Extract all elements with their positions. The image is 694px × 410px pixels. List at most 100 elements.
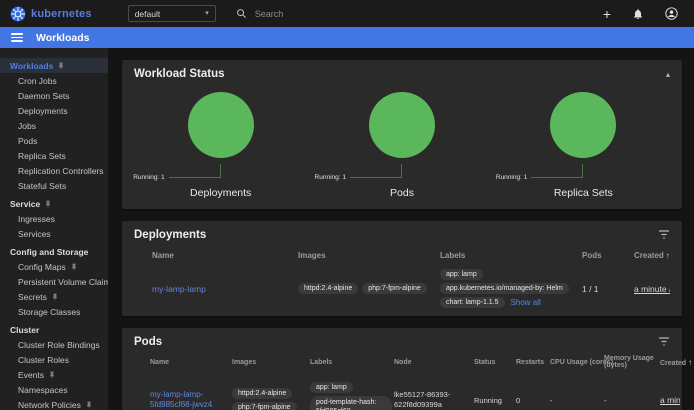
graph-connector-line	[531, 164, 583, 178]
running-count-label: Running: 1	[133, 174, 164, 181]
pod-status: Running	[474, 396, 516, 405]
main-content: Workload Status ▴ Running: 1 Deployments	[108, 48, 694, 410]
brand-name: kubernetes	[31, 8, 92, 20]
bell-icon	[632, 8, 644, 20]
sidebar-item-jobs[interactable]: Jobs	[0, 118, 108, 133]
user-account-button[interactable]	[665, 7, 678, 20]
pods-graph: Running: 1 Pods	[311, 86, 492, 199]
collapse-card-icon[interactable]: ▴	[666, 70, 670, 79]
sidebar-item-namespaces[interactable]: Namespaces	[0, 382, 108, 397]
deployment-images: httpd:2.4-alpine php:7-fpm-alpine	[298, 283, 440, 294]
pod-images: httpd:2.4-alpine php:7-fpm-alpine	[232, 388, 310, 410]
namespace-selector[interactable]: default ▾	[128, 5, 216, 22]
column-header-labels[interactable]: Labels	[310, 359, 394, 366]
pods-donut-chart[interactable]	[369, 92, 435, 158]
pod-cpu-usage: -	[550, 396, 604, 405]
sidebar-item-cluster-role-bindings[interactable]: Cluster Role Bindings	[0, 337, 108, 352]
column-header-cpu-usage[interactable]: CPU Usage (cores)	[550, 359, 604, 366]
sidebar-item-stateful-sets[interactable]: Stateful Sets	[0, 178, 108, 193]
column-header-memory-usage[interactable]: Memory Usage (bytes)	[604, 355, 660, 369]
sidebar-item-daemon-sets[interactable]: Daemon Sets	[0, 88, 108, 103]
kubernetes-logo[interactable]: kubernetes	[10, 6, 92, 22]
sidebar-item-workloads[interactable]: Workloads	[0, 58, 108, 73]
pin-icon[interactable]	[48, 371, 56, 379]
pod-labels: app: lamp pod-template-hash: 5fd985cf68	[310, 382, 394, 410]
workload-status-title: Workload Status	[134, 68, 225, 80]
show-all-labels-link[interactable]: Show all	[511, 298, 541, 307]
running-count-label: Running: 1	[315, 174, 346, 181]
chevron-down-icon: ▾	[205, 10, 209, 17]
filter-icon[interactable]	[658, 337, 670, 347]
replica-sets-donut-chart[interactable]	[550, 92, 616, 158]
namespace-value: default	[135, 9, 161, 19]
graph-title: Replica Sets	[493, 187, 674, 199]
create-resource-button[interactable]: +	[603, 7, 611, 21]
notifications-button[interactable]	[632, 8, 644, 20]
column-header-status[interactable]: Status	[474, 359, 516, 366]
table-row[interactable]: my-lamp-lamp-5fd985cf68-jwvz4 httpd:2.4-…	[122, 372, 682, 410]
menu-hamburger-icon[interactable]	[11, 33, 23, 42]
column-header-node[interactable]: Node	[394, 359, 474, 366]
search-icon	[236, 8, 247, 19]
pod-restarts: 0	[516, 396, 550, 405]
sidebar-item-secrets[interactable]: Secrets	[0, 289, 108, 304]
deployments-graph: Running: 1 Deployments	[130, 86, 311, 199]
pod-memory-usage: -	[604, 396, 660, 405]
search-input[interactable]	[255, 9, 445, 19]
sidebar-item-cluster-roles[interactable]: Cluster Roles	[0, 352, 108, 367]
running-count-label: Running: 1	[496, 174, 527, 181]
deployment-created-age: a minute ago	[634, 284, 670, 294]
sidebar-item-storage-classes[interactable]: Storage Classes	[0, 304, 108, 319]
workload-status-card: Workload Status ▴ Running: 1 Deployments	[122, 60, 682, 209]
column-header-images[interactable]: Images	[232, 359, 310, 366]
column-header-restarts[interactable]: Restarts	[516, 359, 550, 366]
sidebar-item-config-maps[interactable]: Config Maps	[0, 259, 108, 274]
column-header-pods[interactable]: Pods	[582, 251, 634, 260]
pin-icon[interactable]	[85, 401, 93, 409]
filter-icon[interactable]	[658, 230, 670, 240]
topbar-actions: +	[603, 7, 678, 21]
table-row[interactable]: my-lamp-lamp httpd:2.4-alpine php:7-fpm-…	[122, 265, 682, 316]
replica-sets-graph: Running: 1 Replica Sets	[493, 86, 674, 199]
column-header-labels[interactable]: Labels	[440, 251, 582, 260]
sidebar-item-network-policies[interactable]: Network Policies	[0, 397, 108, 410]
pod-name-link[interactable]: my-lamp-lamp-5fd985cf68-jwvz4	[150, 390, 232, 410]
sidebar-item-deployments[interactable]: Deployments	[0, 103, 108, 118]
column-header-name[interactable]: Name	[150, 359, 232, 366]
search-bar[interactable]	[236, 8, 445, 19]
sidebar-item-ingresses[interactable]: Ingresses	[0, 211, 108, 226]
sidebar-item-services[interactable]: Services	[0, 226, 108, 241]
sidebar-nav: Workloads Cron Jobs Daemon Sets Deployme…	[0, 48, 108, 410]
pin-icon[interactable]	[70, 263, 78, 271]
deployments-table-header: Name Images Labels Pods Created↑	[122, 245, 682, 265]
column-header-name[interactable]: Name	[152, 251, 298, 260]
column-header-created[interactable]: Created↑	[634, 251, 670, 260]
sidebar-item-cron-jobs[interactable]: Cron Jobs	[0, 73, 108, 88]
kubernetes-helm-icon	[10, 6, 26, 22]
top-app-bar: kubernetes default ▾ +	[0, 0, 694, 27]
page-title: Workloads	[36, 32, 89, 44]
graph-title: Deployments	[130, 187, 311, 199]
sidebar-item-events[interactable]: Events	[0, 367, 108, 382]
column-header-images[interactable]: Images	[298, 251, 440, 260]
sidebar-item-service[interactable]: Service	[0, 196, 108, 211]
sidebar-item-replica-sets[interactable]: Replica Sets	[0, 148, 108, 163]
sidebar-item-replication-controllers[interactable]: Replication Controllers	[0, 163, 108, 178]
column-header-created[interactable]: Created↑	[660, 358, 692, 367]
sidebar-item-persistent-volume-claims[interactable]: Persistent Volume Claims	[0, 274, 108, 289]
pin-icon[interactable]	[57, 62, 65, 70]
pin-icon[interactable]	[44, 200, 52, 208]
deployment-pods-count: 1 / 1	[582, 284, 634, 294]
pod-node: lke55127-86393-622f8d09399a	[394, 390, 474, 410]
deployments-donut-chart[interactable]	[188, 92, 254, 158]
sidebar-item-pods[interactable]: Pods	[0, 133, 108, 148]
deployment-name-link[interactable]: my-lamp-lamp	[152, 284, 298, 294]
deployments-card-title: Deployments	[134, 229, 206, 241]
graph-connector-line	[350, 164, 402, 178]
pin-icon[interactable]	[51, 293, 59, 301]
page-toolbar: Workloads	[0, 27, 694, 48]
sidebar-group-cluster: Cluster	[0, 322, 108, 337]
workload-status-graphs: Running: 1 Deployments Running: 1 Pods	[122, 84, 682, 209]
graph-connector-line	[169, 164, 221, 178]
account-circle-icon	[665, 7, 678, 20]
